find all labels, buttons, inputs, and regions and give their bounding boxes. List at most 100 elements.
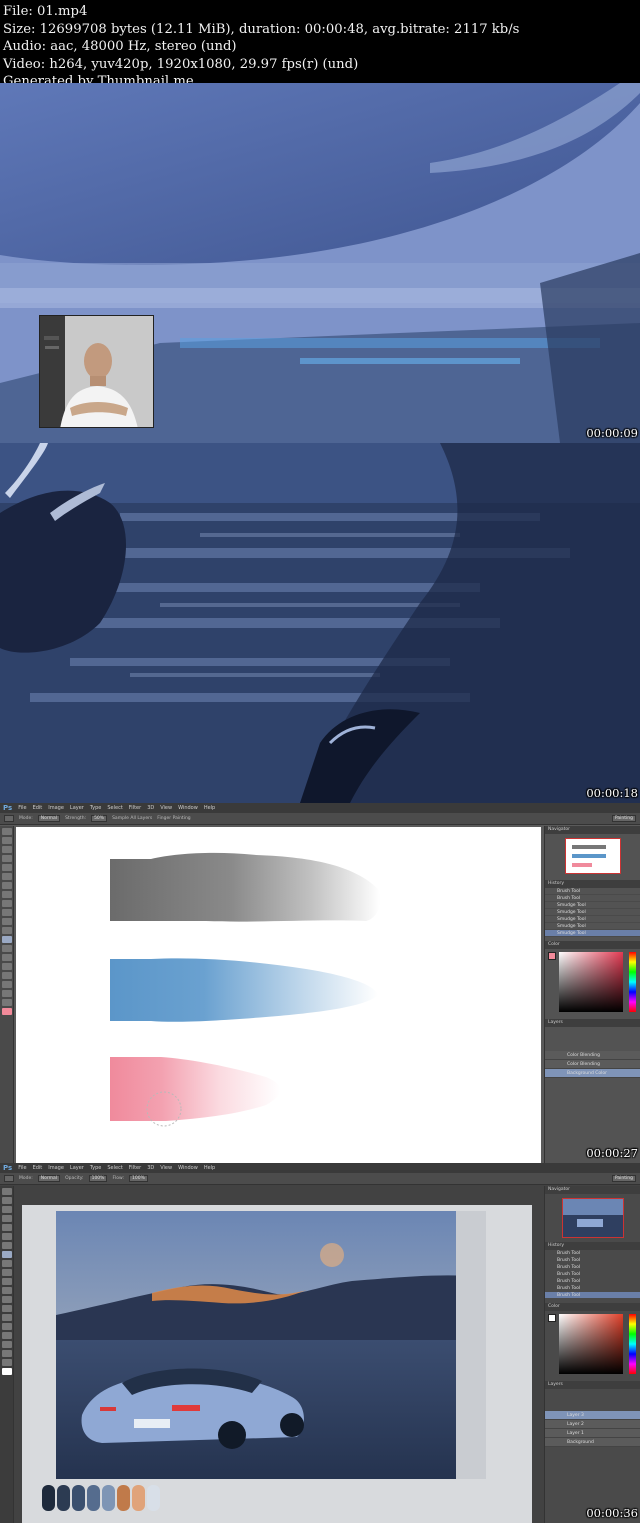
opacity-input[interactable]: 100%: [88, 1175, 108, 1182]
layer-item[interactable]: Background: [545, 1438, 640, 1447]
layer-item-selected[interactable]: Background Color: [545, 1069, 640, 1078]
crop-tool-icon[interactable]: [1, 864, 12, 871]
color-field[interactable]: [559, 952, 623, 1012]
hue-slider[interactable]: [629, 1314, 636, 1374]
history-item[interactable]: Brush Tool: [545, 1257, 640, 1264]
layer-item[interactable]: Color Blending: [545, 1060, 640, 1069]
zoom-tool-icon[interactable]: [1, 999, 12, 1006]
hand-tool-icon[interactable]: [1, 990, 12, 997]
marquee-tool-icon[interactable]: [1, 1197, 12, 1204]
gradient-tool-icon[interactable]: [1, 1287, 12, 1294]
menu-filter[interactable]: Filter: [129, 1165, 141, 1171]
pen-tool-icon[interactable]: [1, 954, 12, 961]
crop-tool-icon[interactable]: [1, 1224, 12, 1231]
menu-type[interactable]: Type: [90, 1165, 101, 1171]
history-item-selected[interactable]: Smudge Tool: [545, 930, 640, 937]
history-brush-tool-icon[interactable]: [1, 909, 12, 916]
dodge-tool-icon[interactable]: [1, 945, 12, 952]
menu-3d[interactable]: 3D: [147, 1165, 154, 1171]
lasso-tool-icon[interactable]: [1, 1206, 12, 1213]
history-tab[interactable]: History: [545, 880, 640, 888]
brush-tool-icon[interactable]: [1, 891, 12, 898]
history-item[interactable]: Smudge Tool: [545, 916, 640, 923]
flow-input[interactable]: 100%: [129, 1175, 148, 1182]
shape-tool-icon[interactable]: [1, 1341, 12, 1348]
history-item[interactable]: Brush Tool: [545, 1271, 640, 1278]
healing-tool-icon[interactable]: [1, 882, 12, 889]
foreground-swatch[interactable]: [548, 1314, 556, 1322]
history-item[interactable]: Smudge Tool: [545, 902, 640, 909]
history-item[interactable]: Brush Tool: [545, 888, 640, 895]
type-tool-icon[interactable]: [1, 1323, 12, 1330]
history-item[interactable]: Brush Tool: [545, 1278, 640, 1285]
palette-swatch[interactable]: [42, 1485, 55, 1511]
eyedropper-tool-icon[interactable]: [1, 873, 12, 880]
navigator-tab[interactable]: Navigator: [545, 826, 640, 834]
quick-select-tool-icon[interactable]: [1, 1215, 12, 1222]
history-item[interactable]: Smudge Tool: [545, 923, 640, 930]
menu-file[interactable]: File: [18, 1165, 26, 1171]
history-item[interactable]: Smudge Tool: [545, 909, 640, 916]
workspace-select[interactable]: Painting: [611, 1175, 636, 1182]
history-item[interactable]: Brush Tool: [545, 1285, 640, 1292]
hand-tool-icon[interactable]: [1, 1350, 12, 1357]
lasso-tool-icon[interactable]: [1, 846, 12, 853]
color-picker-area[interactable]: [545, 1311, 640, 1381]
palette-swatch[interactable]: [87, 1485, 100, 1511]
history-item[interactable]: Brush Tool: [545, 895, 640, 902]
path-select-tool-icon[interactable]: [1, 972, 12, 979]
menu-image[interactable]: Image: [48, 805, 64, 811]
navigator-preview[interactable]: [564, 838, 621, 874]
palette-swatch[interactable]: [117, 1485, 130, 1511]
palette-swatch[interactable]: [102, 1485, 115, 1511]
layer-item[interactable]: Layer 2: [545, 1420, 640, 1429]
menu-image[interactable]: Image: [48, 1165, 64, 1171]
palette-swatch[interactable]: [57, 1485, 70, 1511]
menu-file[interactable]: File: [18, 805, 26, 811]
type-tool-icon[interactable]: [1, 963, 12, 970]
menu-view[interactable]: View: [160, 1165, 172, 1171]
gradient-tool-icon[interactable]: [1, 927, 12, 934]
document-canvas[interactable]: [22, 1205, 532, 1523]
zoom-tool-icon[interactable]: [1, 1359, 12, 1366]
stamp-tool-icon[interactable]: [1, 1260, 12, 1267]
palette-swatch[interactable]: [72, 1485, 85, 1511]
history-item-selected[interactable]: Brush Tool: [545, 1292, 640, 1299]
smudge-tool-icon[interactable]: [1, 936, 12, 943]
quick-select-tool-icon[interactable]: [1, 855, 12, 862]
mode-select[interactable]: Normal: [37, 1175, 61, 1182]
move-tool-icon[interactable]: [1, 1188, 12, 1195]
eraser-tool-icon[interactable]: [1, 1278, 12, 1285]
menu-window[interactable]: Window: [178, 805, 198, 811]
menu-layer[interactable]: Layer: [70, 1165, 84, 1171]
blur-tool-icon[interactable]: [1, 1296, 12, 1303]
dodge-tool-icon[interactable]: [1, 1305, 12, 1312]
menu-select[interactable]: Select: [107, 1165, 122, 1171]
color-field[interactable]: [559, 1314, 623, 1374]
history-brush-tool-icon[interactable]: [1, 1269, 12, 1276]
eyedropper-tool-icon[interactable]: [1, 1233, 12, 1240]
strength-input[interactable]: 50%: [91, 815, 108, 822]
pen-tool-icon[interactable]: [1, 1314, 12, 1321]
path-select-tool-icon[interactable]: [1, 1332, 12, 1339]
hue-slider[interactable]: [629, 952, 636, 1012]
brush-tool-icon[interactable]: [1, 1251, 12, 1258]
menu-3d[interactable]: 3D: [147, 805, 154, 811]
history-item[interactable]: Brush Tool: [545, 1250, 640, 1257]
layer-item-selected[interactable]: Layer 3: [545, 1411, 640, 1420]
menu-type[interactable]: Type: [90, 805, 101, 811]
history-item[interactable]: Brush Tool: [545, 1264, 640, 1271]
menu-edit[interactable]: Edit: [33, 1165, 43, 1171]
color-tab[interactable]: Color: [545, 941, 640, 949]
menu-select[interactable]: Select: [107, 805, 122, 811]
menu-filter[interactable]: Filter: [129, 805, 141, 811]
sample-all-layers-checkbox[interactable]: Sample All Layers: [112, 816, 152, 821]
foreground-swatch[interactable]: [548, 952, 556, 960]
palette-swatch[interactable]: [147, 1485, 160, 1511]
layers-tab[interactable]: Layers: [545, 1019, 640, 1027]
shape-tool-icon[interactable]: [1, 981, 12, 988]
menu-window[interactable]: Window: [178, 1165, 198, 1171]
document-canvas[interactable]: [16, 827, 541, 1163]
healing-tool-icon[interactable]: [1, 1242, 12, 1249]
menu-help[interactable]: Help: [204, 805, 215, 811]
